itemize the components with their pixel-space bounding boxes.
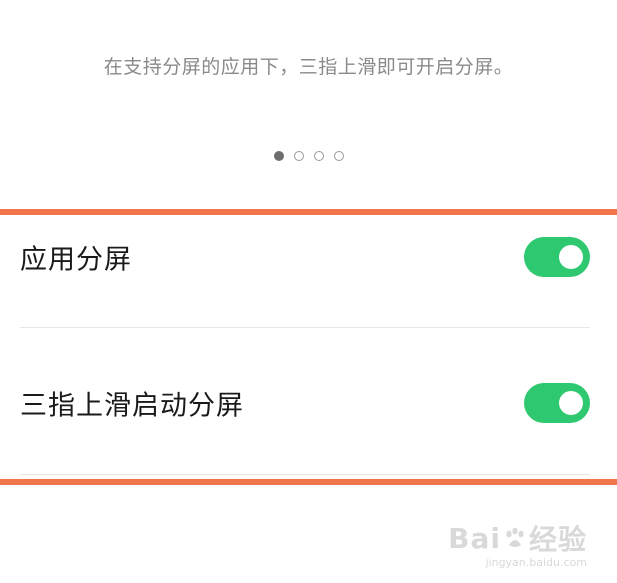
toggle-knob	[559, 245, 583, 269]
app-split-screen-toggle[interactable]	[524, 237, 590, 277]
setting-row-app-split-screen: 应用分屏	[0, 202, 617, 312]
highlight-bottom-border	[0, 479, 617, 485]
three-finger-swipe-toggle[interactable]	[524, 383, 590, 423]
watermark-logo: Bai 经验	[448, 521, 587, 557]
page-dot-3[interactable]	[313, 151, 324, 161]
page-indicator	[0, 151, 617, 161]
row-divider	[20, 327, 590, 328]
baidu-jingyan-watermark: Bai 经验 jingyan.baidu.com	[448, 518, 587, 570]
toggle-knob	[559, 391, 583, 415]
page-dot-4[interactable]	[333, 151, 344, 161]
setting-row-three-finger-swipe: 三指上滑启动分屏	[0, 348, 617, 458]
page-dot-2[interactable]	[293, 151, 304, 161]
setting-label: 应用分屏	[20, 244, 132, 276]
split-screen-hint: 在支持分屏的应用下，三指上滑即可开启分屏。	[103, 56, 514, 78]
page-dot-1[interactable]	[273, 151, 284, 161]
watermark-url: jingyan.baidu.com	[485, 556, 587, 569]
row-divider	[20, 474, 590, 475]
setting-label: 三指上滑启动分屏	[20, 390, 244, 422]
paw-icon	[506, 527, 524, 547]
